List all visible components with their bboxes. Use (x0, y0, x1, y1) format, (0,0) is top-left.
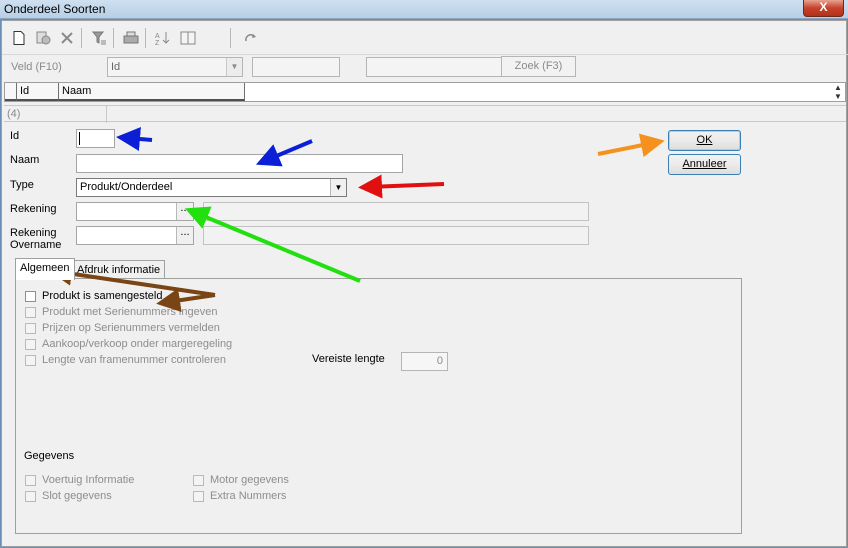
ok-button[interactable]: OK (668, 130, 741, 151)
tab-algemeen[interactable]: Algemeen (15, 258, 75, 280)
scroll-arrows-icon[interactable]: ▲ ▼ (831, 83, 845, 101)
dialog-client: AZ Veld (F10) Id ▼ Zoek (F3) Id Naam ▲ ▼ … (1, 20, 848, 547)
title-bar: Onderdeel Soorten X (0, 0, 848, 19)
checkbox-label: Lengte van framenummer controleren (42, 354, 227, 366)
checkbox-box[interactable] (25, 475, 36, 486)
checkbox-label: Extra Nummers (210, 490, 287, 502)
rekening-description (203, 202, 589, 221)
window-title: Onderdeel Soorten (4, 2, 106, 16)
search-button[interactable]: Zoek (F3) (501, 56, 576, 77)
copy-icon[interactable] (32, 28, 53, 48)
toolbar-separator (113, 28, 114, 48)
checkbox-box[interactable] (25, 291, 36, 302)
id-input[interactable] (76, 129, 115, 148)
field-label: Veld (F10) (11, 61, 62, 73)
checkbox-label: Voertuig Informatie (42, 474, 135, 486)
find-bar: Veld (F10) Id ▼ Zoek (F3) (2, 55, 848, 81)
naam-input[interactable] (76, 154, 403, 173)
field-filter-input[interactable] (252, 57, 340, 77)
checkbox-label: Prijzen op Serienummers vermelden (42, 322, 220, 334)
checkbox-box[interactable] (25, 355, 36, 366)
toolbar-separator (145, 28, 146, 48)
status-divider (106, 106, 107, 123)
text-caret (79, 132, 80, 145)
checkbox-box[interactable] (25, 339, 36, 350)
rekening-overname-input[interactable]: ... (76, 226, 194, 245)
checkbox-box[interactable] (25, 491, 36, 502)
checkbox-box[interactable] (25, 323, 36, 334)
field-select[interactable]: Id ▼ (107, 57, 243, 77)
rekening-input[interactable]: ... (76, 202, 194, 221)
close-button[interactable]: X (803, 0, 844, 17)
svg-text:A: A (155, 33, 160, 40)
checkbox-box[interactable] (193, 475, 204, 486)
record-count: (4) (7, 108, 21, 120)
toolbar-separator (230, 28, 231, 48)
required-length-input[interactable]: 0 (401, 352, 448, 371)
naam-label: Naam (10, 154, 40, 166)
redo-icon[interactable] (240, 28, 261, 48)
rekening-label: Rekening (10, 203, 57, 215)
tab-afdruk-informatie[interactable]: Afdruk informatie (72, 260, 166, 279)
record-status-bar: (4) (4, 105, 846, 123)
columns-icon[interactable] (177, 28, 198, 48)
rekening-overname-label: Rekening Overname (10, 227, 62, 251)
rekening-lookup-button[interactable]: ... (176, 203, 193, 220)
checkbox-label: Produkt is samengesteld (42, 290, 163, 302)
tab-panel-algemeen: Produkt is samengesteld Produkt met Seri… (15, 278, 742, 534)
delete-icon[interactable] (56, 28, 77, 48)
type-label: Type (10, 179, 34, 191)
records-grid-header: Id Naam ▲ ▼ (4, 82, 846, 102)
checkbox-label: Slot gegevens (42, 490, 112, 502)
checkbox-box[interactable] (25, 307, 36, 318)
required-length-label: Vereiste lengte (312, 353, 385, 365)
field-select-value: Id (111, 61, 121, 73)
toolbar: AZ (2, 21, 848, 55)
chevron-down-icon[interactable]: ▼ (330, 179, 346, 196)
rekening-overname-description (203, 226, 589, 245)
row-selector-header (5, 83, 17, 101)
type-select[interactable]: Produkt/Onderdeel ▼ (76, 178, 347, 197)
clear-filter-icon[interactable] (88, 28, 109, 48)
checkbox-label: Aankoop/verkoop onder margeregeling (42, 338, 233, 350)
chevron-down-icon[interactable]: ▼ (226, 58, 242, 76)
checkbox-label: Produkt met Serienummers ingeven (42, 306, 218, 318)
new-icon[interactable] (8, 28, 29, 48)
checkbox-label: Motor gegevens (210, 474, 289, 486)
column-header-naam[interactable]: Naam (59, 83, 245, 101)
type-select-value: Produkt/Onderdeel (80, 181, 173, 193)
column-header-id[interactable]: Id (17, 83, 59, 101)
id-label: Id (10, 130, 20, 142)
sort-icon[interactable]: AZ (152, 28, 173, 48)
rekening-overname-lookup-button[interactable]: ... (176, 227, 193, 244)
gegevens-heading: Gegevens (24, 450, 75, 462)
toolbar-separator (81, 28, 82, 48)
checkbox-box[interactable] (193, 491, 204, 502)
svg-text:Z: Z (155, 40, 160, 46)
print-icon[interactable] (120, 28, 141, 48)
search-input[interactable] (366, 57, 502, 77)
cancel-button[interactable]: Annuleer (668, 154, 741, 175)
